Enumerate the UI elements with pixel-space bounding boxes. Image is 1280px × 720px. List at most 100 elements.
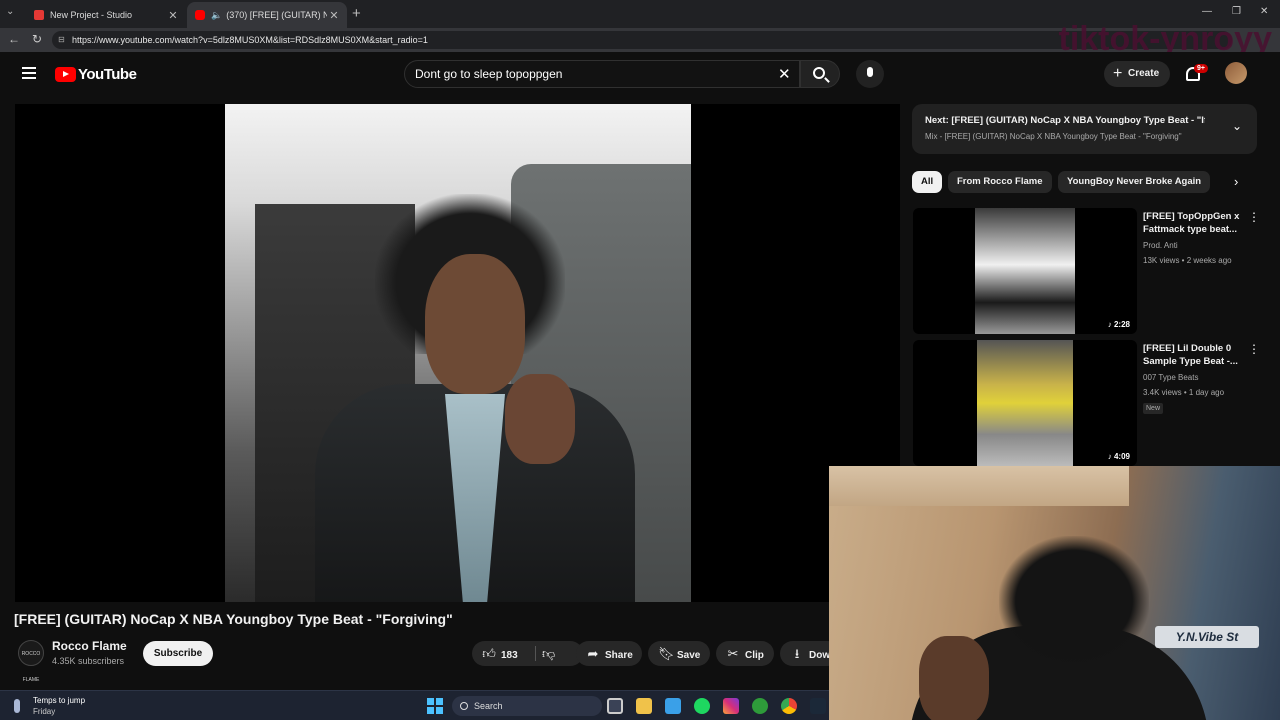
tab-list-chevron-icon[interactable]: ⌄: [6, 6, 14, 17]
task-view-icon[interactable]: [607, 698, 623, 714]
clip-button[interactable]: ✂ Clip: [716, 641, 774, 666]
new-tab-icon[interactable]: +: [352, 5, 361, 22]
like-dislike-group: 👍︎ 183 👎︎: [472, 641, 583, 666]
recommendation-title[interactable]: [FREE] Lil Double 0 Sample Type Beat -..…: [1143, 342, 1243, 368]
playlist-next-title: Next: [FREE] (GUITAR) NoCap X NBA Youngb…: [925, 115, 1205, 126]
instagram-icon[interactable]: [723, 698, 739, 714]
recommendation-channel[interactable]: 007 Type Beats: [1143, 373, 1198, 382]
windows-start-icon[interactable]: [427, 698, 443, 714]
xbox-icon[interactable]: [752, 698, 768, 714]
thumbnail-image: [975, 208, 1075, 334]
recommendation-item[interactable]: ♪ 2:28 [FREE] TopOppGen x Fattmack type …: [913, 208, 1260, 334]
video-subject: [305, 194, 635, 602]
microphone-icon: [867, 67, 873, 77]
menu-icon[interactable]: [22, 67, 36, 79]
url-text: https://www.youtube.com/watch?v=5dlz8MUS…: [72, 35, 428, 45]
minimize-icon[interactable]: —: [1202, 6, 1212, 17]
playlist-mix-title: Mix - [FREE] (GUITAR) NoCap X NBA Youngb…: [925, 132, 1182, 141]
divider: [535, 646, 536, 661]
recommendation-meta: 3.4K views • 1 day ago: [1143, 388, 1225, 397]
tab-close-icon[interactable]: ✕: [327, 9, 341, 22]
search-button[interactable]: [800, 60, 840, 88]
youtube-header: YouTube Dont go to sleep topoppgen ✕ + C…: [0, 52, 1280, 96]
reload-icon[interactable]: ↻: [32, 32, 42, 46]
thumbnail-image: [977, 340, 1073, 466]
duration-label: ♪ 4:09: [1104, 451, 1133, 462]
tab-label: New Project - Studio: [50, 10, 133, 20]
more-options-icon[interactable]: ⋮: [1248, 342, 1260, 356]
scissors-icon: ✂: [727, 646, 739, 661]
url-field[interactable]: ⊟ https://www.youtube.com/watch?v=5dlz8M…: [52, 31, 1232, 49]
close-window-icon[interactable]: ✕: [1260, 6, 1268, 17]
chip-youngboy[interactable]: YoungBoy Never Broke Again: [1058, 171, 1211, 193]
back-arrow-icon[interactable]: ←: [8, 32, 20, 46]
recommendation-meta: 13K views • 2 weeks ago: [1143, 256, 1232, 265]
webcam-shelf: [829, 466, 1129, 506]
steam-icon[interactable]: [810, 698, 826, 714]
subscriber-count: 4.35K subscribers: [52, 656, 125, 666]
tab-youtube[interactable]: 🔈 (370) [FREE] (GUITAR) NoCap ✕: [187, 2, 347, 28]
tab-close-icon[interactable]: ✕: [166, 9, 180, 22]
thumbs-up-icon[interactable]: 👍︎: [482, 641, 496, 666]
weather-day: Friday: [33, 707, 56, 716]
thumbs-down-icon[interactable]: 👎︎: [542, 641, 555, 666]
recommendation-item[interactable]: ♪ 4:09 [FREE] Lil Double 0 Sample Type B…: [913, 340, 1260, 466]
channel-avatar[interactable]: ROCCO FLAME: [18, 640, 44, 683]
chevron-right-icon[interactable]: ›: [1234, 174, 1238, 189]
chrome-icon[interactable]: [781, 698, 797, 714]
chip-all[interactable]: All: [912, 171, 943, 193]
account-avatar[interactable]: [1225, 62, 1247, 84]
more-options-icon[interactable]: ⋮: [1248, 210, 1260, 224]
share-button[interactable]: ➦ Share: [576, 641, 642, 666]
video-player[interactable]: [15, 104, 900, 602]
speaker-icon[interactable]: 🔈: [211, 10, 222, 21]
webcam-overlay: Y.N.Vibe St: [829, 466, 1280, 720]
mix-playlist-panel[interactable]: Next: [FREE] (GUITAR) NoCap X NBA Youngb…: [912, 104, 1257, 154]
webcam-sign: Y.N.Vibe St: [1155, 626, 1259, 648]
chip-from-channel[interactable]: From Rocco Flame: [948, 171, 1052, 193]
subscribe-button[interactable]: Subscribe: [143, 641, 213, 666]
voice-search-button[interactable]: [856, 60, 884, 88]
video-thumbnail[interactable]: ♪ 2:28: [913, 208, 1137, 334]
store-icon[interactable]: [665, 698, 681, 714]
share-icon: ➦: [587, 646, 599, 661]
save-label: Save: [677, 650, 701, 661]
spotify-icon[interactable]: [694, 698, 710, 714]
recommendation-title[interactable]: [FREE] TopOppGen x Fattmack type beat...: [1143, 210, 1243, 236]
bookmark-icon: 🔖︎: [658, 646, 675, 661]
tab-studio[interactable]: New Project - Studio ✕: [26, 2, 186, 28]
duration-label: ♪ 2:28: [1104, 319, 1133, 330]
thermometer-icon[interactable]: [14, 699, 20, 713]
recommendation-channel[interactable]: Prod. Anti: [1143, 241, 1178, 250]
notification-badge: 9+: [1194, 64, 1208, 73]
chevron-down-icon[interactable]: ⌄: [1232, 119, 1242, 133]
save-button[interactable]: 🔖︎ Save: [648, 641, 710, 666]
youtube-favicon-icon: [195, 10, 205, 20]
windows-taskbar: Temps to jump Friday Search: [0, 690, 829, 720]
youtube-play-icon: [55, 67, 76, 82]
restore-icon[interactable]: ❐: [1232, 6, 1241, 17]
create-button[interactable]: + Create: [1104, 61, 1170, 87]
youtube-wordmark: YouTube: [78, 66, 137, 83]
video-thumbnail[interactable]: ♪ 4:09: [913, 340, 1137, 466]
tab-label: (370) [FREE] (GUITAR) NoCap: [226, 10, 327, 20]
file-explorer-icon[interactable]: [636, 698, 652, 714]
new-badge: New: [1143, 403, 1164, 414]
channel-name[interactable]: Rocco Flame: [52, 639, 127, 653]
youtube-logo[interactable]: YouTube: [55, 66, 137, 83]
clear-search-icon[interactable]: ✕: [778, 65, 791, 83]
site-info-icon[interactable]: ⊟: [58, 31, 65, 49]
create-label: Create: [1128, 68, 1160, 79]
webcam-person-arm: [919, 636, 989, 720]
studio-favicon-icon: [34, 10, 44, 20]
weather-text[interactable]: Temps to jump: [33, 696, 85, 705]
search-icon: [813, 67, 825, 79]
like-count[interactable]: 183: [501, 650, 518, 661]
search-input[interactable]: Dont go to sleep topoppgen: [404, 60, 800, 88]
taskbar-search[interactable]: Search: [452, 696, 602, 716]
webcam-person-head: [999, 536, 1149, 666]
video-frame-image: [225, 104, 691, 602]
share-label: Share: [605, 650, 633, 661]
clip-label: Clip: [745, 650, 764, 661]
plus-icon: +: [1113, 65, 1123, 82]
